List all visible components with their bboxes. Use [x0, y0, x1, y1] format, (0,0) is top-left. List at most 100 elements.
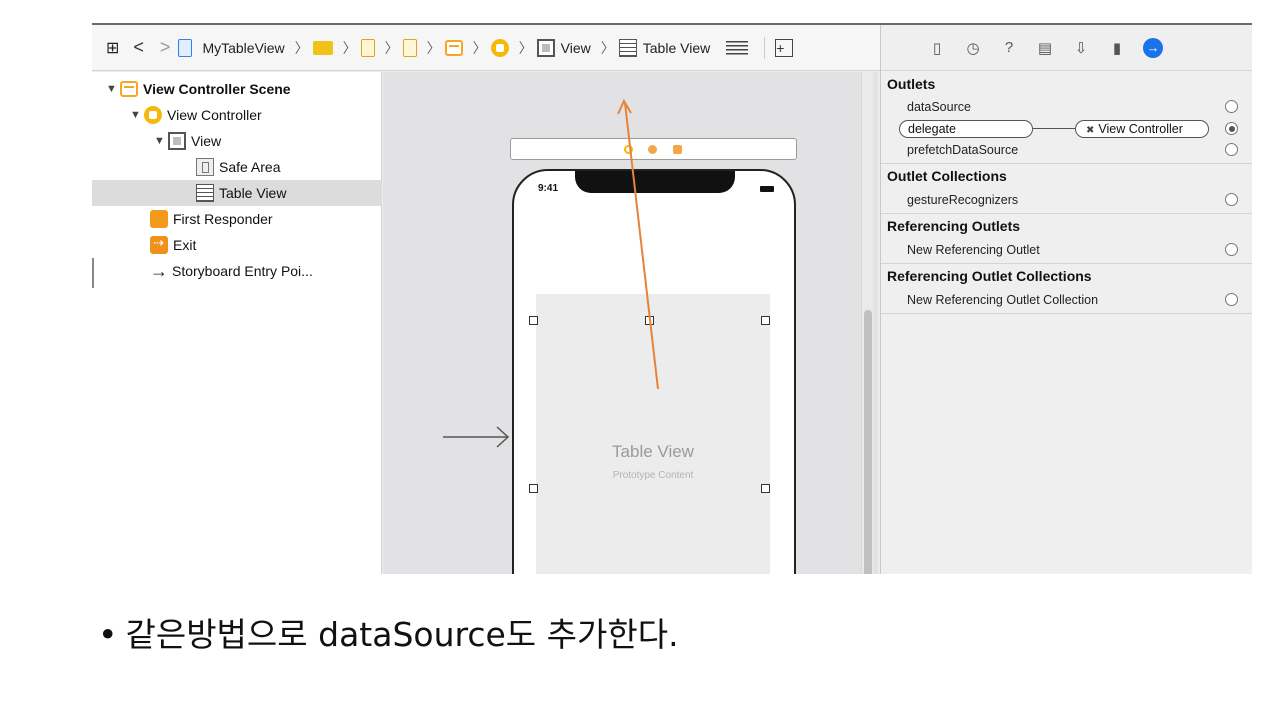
divider: [881, 263, 1252, 264]
chevron-right-icon: 〉: [600, 39, 615, 56]
outlet-prefetch-datasource: prefetchDataSource: [907, 143, 1019, 157]
iphone-frame: 9:41 Table View Prototype Content: [512, 169, 796, 574]
slide-caption: • 같은방법으로 dataSource도 추가한다.: [98, 608, 679, 656]
outlet-connector-datasource[interactable]: [1225, 100, 1238, 113]
resize-handle[interactable]: [529, 484, 538, 493]
view-controller-icon[interactable]: [490, 38, 509, 57]
file-inspector-icon[interactable]: ▯: [927, 38, 947, 58]
outline-label: View Controller Scene: [143, 81, 291, 97]
identity-inspector-icon[interactable]: ▤: [1035, 38, 1055, 58]
breadcrumb-view[interactable]: View: [561, 40, 591, 56]
battery-icon: [760, 186, 774, 192]
table-view-icon: [618, 38, 637, 57]
caption-text: 같은방법으로 dataSource도 추가한다.: [125, 615, 679, 654]
jump-bar: ⊞ < > MyTableView 〉 〉 〉 〉 〉 〉 View 〉 Tab…: [92, 25, 880, 71]
outline-label: Exit: [173, 237, 197, 253]
bullet-icon: •: [98, 615, 118, 654]
new-referencing-outlet: New Referencing Outlet: [907, 243, 1040, 257]
disclosure-triangle-icon[interactable]: ▼: [106, 83, 120, 95]
folder-icon[interactable]: [312, 40, 333, 55]
resize-handle[interactable]: [529, 316, 538, 325]
back-icon[interactable]: <: [133, 37, 144, 58]
outline-label: View Controller: [167, 107, 262, 123]
outline-item-entry-point[interactable]: → Storyboard Entry Poi...: [92, 258, 382, 284]
scrollbar-thumb[interactable]: [864, 310, 872, 574]
view-icon: [536, 38, 555, 57]
xcode-screenshot: ⊞ < > MyTableView 〉 〉 〉 〉 〉 〉 View 〉 Tab…: [92, 23, 1252, 574]
storyboard-base-icon[interactable]: [402, 38, 417, 57]
view-icon: [168, 132, 186, 150]
outline-item-view[interactable]: ▼ View: [92, 128, 382, 154]
breadcrumb-project[interactable]: MyTableView: [202, 40, 284, 56]
breadcrumb-table-view[interactable]: Table View: [643, 40, 710, 56]
scene-dock: [510, 138, 797, 160]
arrow-right-icon: →: [150, 260, 168, 281]
chevron-right-icon: 〉: [518, 39, 533, 56]
outline-label: Table View: [219, 185, 287, 201]
outline-item-exit[interactable]: Exit: [92, 232, 382, 258]
outlet-delegate: delegate: [899, 120, 1033, 138]
attributes-inspector-icon[interactable]: ⇩: [1071, 38, 1091, 58]
outlet-connector-delegate[interactable]: [1225, 122, 1238, 135]
remove-connection-icon[interactable]: ✖: [1086, 125, 1094, 136]
canvas-scrollbar[interactable]: [861, 72, 873, 574]
outline-label: View: [191, 133, 222, 149]
resize-handle[interactable]: [645, 316, 654, 325]
outline-item-first-responder[interactable]: First Responder: [92, 206, 382, 232]
history-inspector-icon[interactable]: ◷: [963, 38, 983, 58]
chevron-right-icon: 〉: [426, 39, 441, 56]
connections-inspector-icon[interactable]: →: [1143, 37, 1163, 58]
chevron-right-icon: 〉: [472, 39, 487, 56]
new-referencing-outlet-collection: New Referencing Outlet Collection: [907, 293, 1099, 307]
chevron-right-icon: 〉: [342, 39, 357, 56]
outlet-connector-prefetch[interactable]: [1225, 143, 1238, 156]
related-items-icon[interactable]: [726, 40, 749, 55]
add-editor-icon[interactable]: +: [775, 38, 794, 57]
first-responder-icon: [150, 210, 168, 228]
delegate-connection-target[interactable]: ✖ View Controller: [1075, 120, 1209, 138]
resize-handle[interactable]: [761, 316, 770, 325]
dock-view-controller-icon[interactable]: [624, 145, 633, 154]
safe-area-icon: [196, 158, 214, 176]
divider: [881, 213, 1252, 214]
disclosure-triangle-icon[interactable]: ▼: [130, 109, 144, 121]
outline-item-safe-area[interactable]: Safe Area: [92, 154, 382, 180]
inspector-tabs: ▯ ◷ ? ▤ ⇩ ▮ →: [881, 25, 1252, 71]
section-header-referencing-collections: Referencing Outlet Collections: [887, 268, 1092, 284]
grid-icon[interactable]: ⊞: [106, 38, 119, 58]
project-file-icon: [178, 38, 193, 57]
outline-item-scene[interactable]: ▼ View Controller Scene: [92, 76, 382, 102]
disclosure-triangle-icon[interactable]: ▼: [154, 135, 168, 147]
outlet-connector-referencing-collection[interactable]: [1225, 293, 1238, 306]
connection-target-label: View Controller: [1098, 122, 1183, 136]
table-view-icon: [196, 184, 214, 202]
scene-icon[interactable]: [444, 39, 463, 56]
table-view-placeholder[interactable]: Table View Prototype Content: [536, 294, 770, 574]
dock-exit-icon[interactable]: [673, 145, 682, 154]
outline-label: Safe Area: [219, 159, 281, 175]
dock-first-responder-icon[interactable]: [648, 145, 657, 154]
forward-icon[interactable]: >: [160, 37, 171, 58]
outline-item-view-controller[interactable]: ▼ View Controller: [92, 102, 382, 128]
exit-icon: [150, 235, 168, 254]
view-controller-icon: [144, 106, 162, 124]
divider: [881, 313, 1252, 314]
outline-label: First Responder: [173, 211, 273, 227]
outline-item-table-view[interactable]: Table View: [92, 180, 382, 206]
divider: [881, 163, 1252, 164]
resize-handle[interactable]: [761, 484, 770, 493]
storyboard-file-icon[interactable]: [360, 38, 375, 57]
chevron-right-icon: 〉: [294, 39, 309, 56]
prototype-content-label: Prototype Content: [612, 470, 694, 481]
entry-point-arrow-icon[interactable]: [443, 422, 511, 452]
section-header-outlet-collections: Outlet Collections: [887, 168, 1007, 184]
table-view-title: Table View: [612, 442, 694, 461]
scene-icon: [120, 81, 138, 97]
outlet-connector-referencing[interactable]: [1225, 243, 1238, 256]
phone-notch: [575, 171, 735, 193]
outlet-connector-gesture[interactable]: [1225, 193, 1238, 206]
storyboard-canvas[interactable]: 9:41 Table View Prototype Content: [383, 72, 878, 574]
toolbar-divider: [764, 36, 766, 59]
help-inspector-icon[interactable]: ?: [999, 38, 1019, 58]
size-inspector-icon[interactable]: ▮: [1107, 38, 1127, 58]
